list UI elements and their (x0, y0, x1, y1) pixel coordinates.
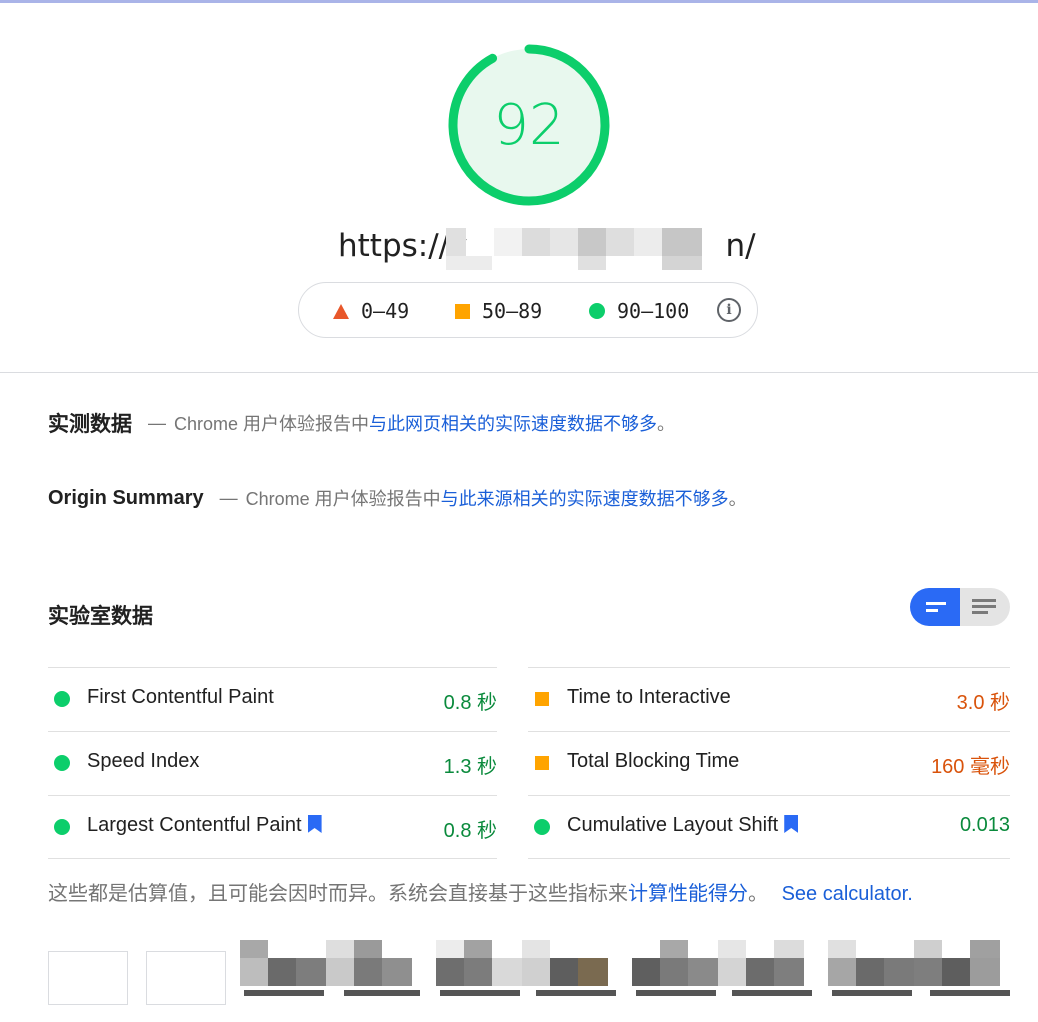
metric-name: Cumulative Layout Shift (567, 814, 779, 836)
metric-row: Cumulative Layout Shift 0.013 (528, 795, 1010, 859)
legend-pass-label: 90–100 (617, 299, 690, 323)
metric-value: 0.8 秒 (443, 692, 497, 714)
url-suffix: n/ (725, 228, 756, 264)
filmstrip-frame (240, 940, 326, 1008)
metric-name: Speed Index (87, 750, 200, 772)
bookmark-icon (307, 815, 322, 833)
filmstrip-frame (146, 951, 226, 1005)
metric-value: 3.0 秒 (956, 692, 1010, 714)
metrics-right-column: Time to Interactive 3.0 秒 Total Blocking… (528, 667, 1010, 859)
filmstrip-frame (48, 951, 128, 1005)
performance-score-gauge: 92 (446, 42, 612, 208)
metric-value: 0.8 秒 (443, 820, 497, 842)
origin-summary-link[interactable]: 与此来源相关的实际速度数据不够多 (441, 485, 729, 511)
metric-name: Time to Interactive (567, 686, 731, 708)
section-divider (0, 372, 1038, 373)
lab-data-header: 实验室数据 (48, 600, 153, 630)
metric-name: First Contentful Paint (87, 686, 274, 708)
info-icon[interactable]: i (717, 298, 741, 322)
url-redaction (446, 228, 704, 270)
pass-circle-icon (54, 819, 70, 835)
field-data-title: 实测数据 (48, 413, 132, 436)
legend-fail-label: 0–49 (361, 299, 410, 323)
filmstrip-frame (718, 940, 812, 1008)
metric-name: Total Blocking Time (567, 750, 740, 772)
filmstrip-frame (632, 940, 718, 1008)
expanded-view-button[interactable] (960, 588, 1010, 626)
pass-circle-icon (534, 819, 550, 835)
score-calc-link[interactable]: 计算性能得分 (628, 883, 748, 905)
filmstrip-frame (914, 940, 1010, 1008)
metric-name-wrap: Largest Contentful Paint (87, 814, 322, 837)
compact-view-button[interactable] (910, 588, 960, 626)
metric-name: Largest Contentful Paint (87, 814, 302, 836)
legend-pass: 90–100 (589, 283, 689, 339)
filmstrip-frame (326, 940, 420, 1008)
metric-row: Speed Index 1.3 秒 (48, 731, 497, 795)
lab-data-title: 实验室数据 (48, 605, 153, 628)
origin-summary-title: Origin Summary (48, 486, 204, 509)
field-data-section: 实测数据 — Chrome 用户体验报告中 与此网页相关的实际速度数据不够多 。 (48, 408, 675, 438)
metric-value: 160 毫秒 (931, 756, 1010, 778)
filmstrip-frame (522, 940, 616, 1008)
field-data-link[interactable]: 与此网页相关的实际速度数据不够多 (369, 410, 657, 436)
bookmark-icon (784, 815, 799, 833)
average-square-icon (535, 692, 549, 706)
footnote-suffix: 。 (748, 883, 768, 905)
metric-value: 0.013 (959, 814, 1010, 836)
field-data-suffix: 。 (657, 414, 676, 434)
filmstrip-frame (828, 940, 914, 1008)
estimates-note: 这些都是估算值，且可能会因时而异。系统会直接基于这些指标来计算性能得分。 See… (48, 877, 913, 906)
pass-circle-icon (54, 755, 70, 771)
legend-average: 50–89 (455, 283, 542, 339)
score-legend: 0–49 50–89 90–100 i (298, 282, 758, 338)
legend-average-label: 50–89 (482, 299, 543, 323)
square-icon (455, 303, 470, 319)
legend-fail: 0–49 (333, 283, 409, 339)
metrics-left-column: First Contentful Paint 0.8 秒 Speed Index… (48, 667, 497, 859)
top-border (0, 0, 1038, 3)
metric-row: Time to Interactive 3.0 秒 (528, 667, 1010, 731)
field-data-text: Chrome 用户体验报告中 (174, 414, 370, 434)
metric-row: First Contentful Paint 0.8 秒 (48, 667, 497, 731)
see-calculator-link[interactable]: See calculator. (782, 883, 913, 905)
pass-circle-icon (54, 691, 70, 707)
metric-value: 1.3 秒 (443, 756, 497, 778)
origin-summary-suffix: 。 (728, 489, 747, 509)
metric-view-toggle[interactable] (910, 588, 1010, 626)
metric-row: Largest Contentful Paint 0.8 秒 (48, 795, 497, 859)
origin-summary-text: Chrome 用户体验报告中 (245, 489, 441, 509)
circle-icon (589, 303, 605, 319)
metric-name-wrap: Cumulative Layout Shift (567, 814, 799, 837)
origin-summary-dash: — (219, 487, 238, 508)
triangle-icon (333, 303, 349, 319)
average-square-icon (535, 756, 549, 770)
footnote-text: 这些都是估算值，且可能会因时而异。系统会直接基于这些指标来 (48, 883, 628, 905)
field-data-dash: — (148, 412, 166, 433)
filmstrip-frame (436, 940, 522, 1008)
metric-row: Total Blocking Time 160 毫秒 (528, 731, 1010, 795)
origin-summary-section: Origin Summary — Chrome 用户体验报告中 与此来源相关的实… (48, 485, 747, 511)
score-value: 92 (493, 92, 565, 158)
